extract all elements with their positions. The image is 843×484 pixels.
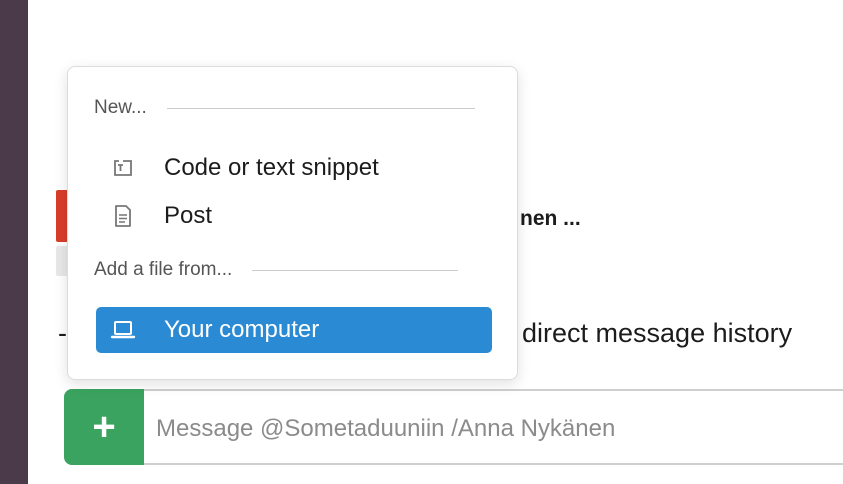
conversation-name-partial: nen ... — [520, 207, 581, 230]
message-input[interactable] — [156, 412, 836, 446]
menu-item-label: Your computer — [164, 316, 320, 343]
sidebar-edge — [0, 0, 28, 484]
direct-message-history-text: direct message history — [522, 318, 793, 348]
add-attachment-button[interactable]: + — [64, 389, 144, 465]
new-section-label: New... — [94, 97, 147, 118]
laptop-icon — [110, 317, 136, 343]
menu-item-label: Post — [164, 202, 213, 229]
add-file-section-header: Add a file from... — [94, 259, 459, 281]
snippet-icon — [110, 155, 136, 181]
menu-item-post[interactable]: Post — [96, 193, 492, 239]
new-section-header: New... — [94, 97, 475, 119]
add-file-section-label: Add a file from... — [94, 259, 233, 280]
post-document-icon — [110, 203, 136, 229]
add-file-section-divider — [252, 269, 459, 271]
menu-item-label: Code or text snippet — [164, 154, 379, 181]
menu-item-your-computer[interactable]: Your computer — [96, 307, 492, 353]
add-file-popup-menu: New... Code or text snippet Post Add a f… — [67, 66, 518, 380]
new-section-divider — [166, 107, 475, 109]
menu-item-code-snippet[interactable]: Code or text snippet — [96, 145, 492, 191]
background-dash: - — [58, 318, 67, 348]
